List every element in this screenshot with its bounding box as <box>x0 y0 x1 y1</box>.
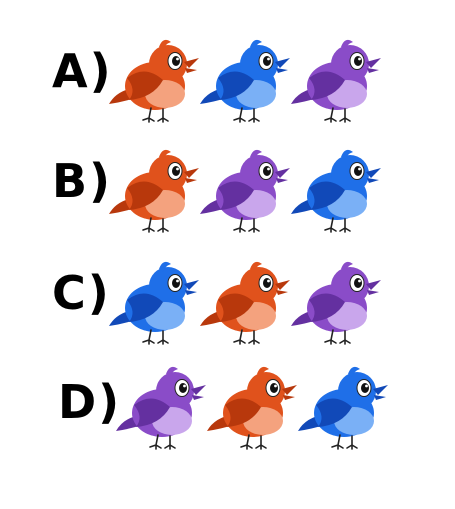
option-a-label: A) <box>52 44 113 98</box>
purple-bird-icon <box>287 28 387 128</box>
orange-bird-icon <box>105 28 205 128</box>
blue-bird-icon <box>105 250 205 350</box>
orange-bird-icon <box>105 138 205 238</box>
option-c-label: C) <box>52 266 111 320</box>
purple-bird-icon <box>196 138 296 238</box>
option-b[interactable]: B) <box>0 138 455 238</box>
purple-bird-icon <box>112 355 212 455</box>
option-c[interactable]: C) <box>0 250 455 350</box>
option-d[interactable]: D) <box>0 355 455 455</box>
blue-bird-icon <box>196 28 296 128</box>
blue-bird-icon <box>287 138 387 238</box>
purple-bird-icon <box>287 250 387 350</box>
orange-bird-icon <box>196 250 296 350</box>
option-a[interactable]: A) <box>0 28 455 128</box>
option-b-label: B) <box>52 154 113 208</box>
orange-bird-icon <box>203 355 303 455</box>
blue-bird-icon <box>294 355 394 455</box>
